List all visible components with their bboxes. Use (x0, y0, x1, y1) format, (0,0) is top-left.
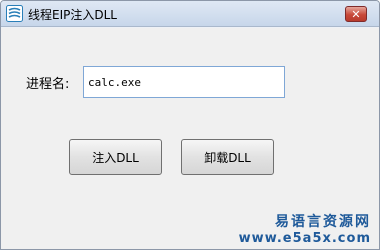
unload-dll-button[interactable]: 卸载DLL (181, 139, 274, 175)
client-area: 进程名: 注入DLL 卸载DLL 易语言资源网 www.e5a5x.com (1, 28, 379, 249)
process-name-label: 进程名: (26, 77, 70, 92)
window-title: 线程EIP注入DLL (28, 8, 117, 22)
inject-dll-button[interactable]: 注入DLL (69, 139, 162, 175)
watermark-site-name: 易语言资源网 (275, 214, 371, 230)
watermark: 易语言资源网 www.e5a5x.com (239, 211, 371, 246)
app-window: 线程EIP注入DLL ✕ 进程名: 注入DLL 卸载DLL 易语言资源网 www… (0, 0, 380, 250)
app-icon (6, 5, 23, 22)
close-icon: ✕ (351, 7, 361, 21)
process-name-input[interactable] (83, 66, 285, 98)
close-button[interactable]: ✕ (345, 6, 367, 22)
watermark-url: www.e5a5x.com (238, 231, 371, 246)
title-bar[interactable]: 线程EIP注入DLL ✕ (1, 1, 379, 27)
